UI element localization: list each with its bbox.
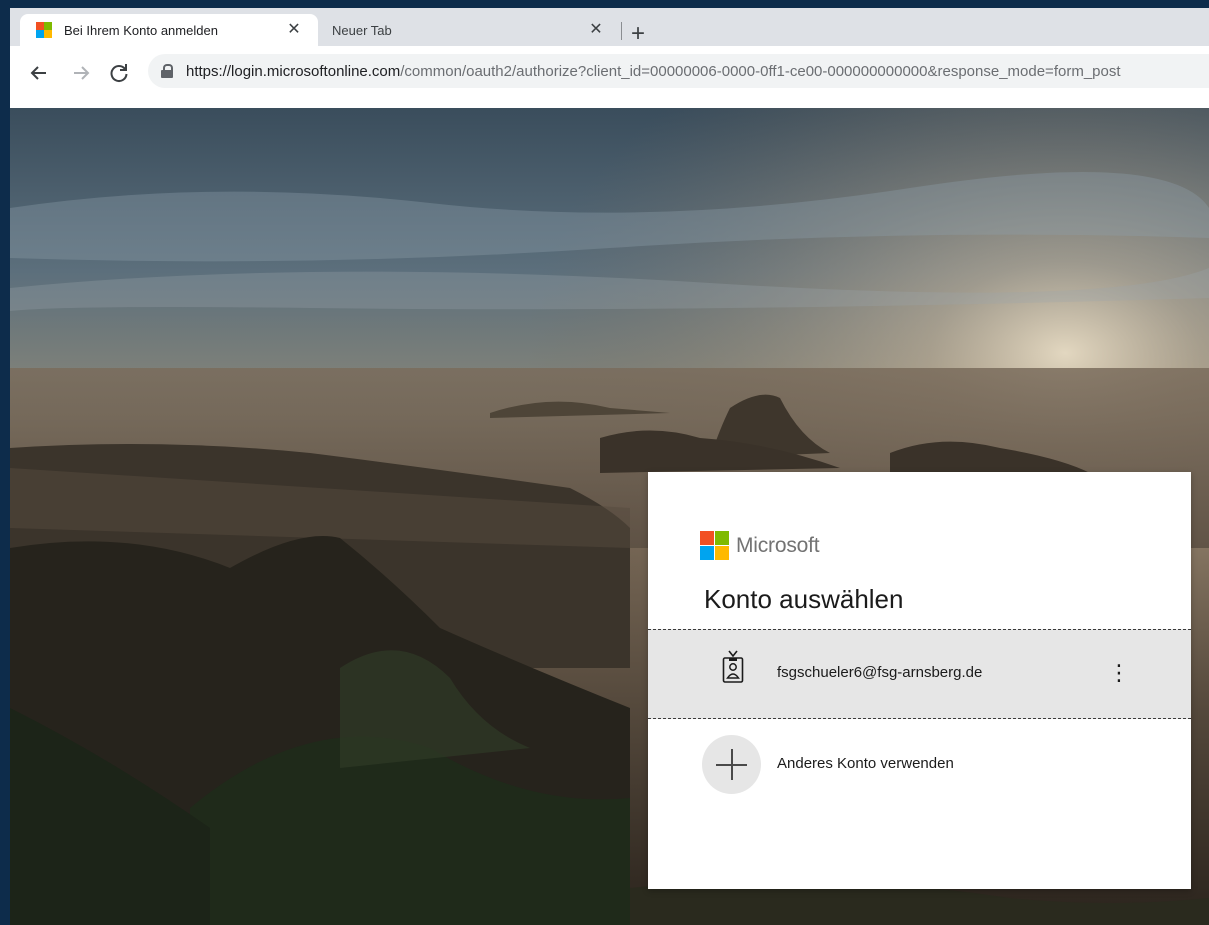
new-tab-button[interactable]: + [626,22,650,48]
close-tab-icon[interactable]: ✕ [586,20,606,40]
address-bar[interactable]: https://login.microsoftonline.com/common… [148,54,1209,88]
page-content: Microsoft Konto auswählen fsgschueler6@f… [10,108,1209,925]
brand-name: Microsoft [736,533,820,557]
tab-new[interactable]: Neuer Tab ✕ [318,14,620,46]
screen: Bei Ihrem Konto anmelden ✕ Neuer Tab ✕ +… [0,0,1209,925]
more-options-icon[interactable]: ⋮ [1108,655,1130,691]
page-title: Konto auswählen [704,584,904,614]
forward-arrow-icon[interactable] [66,58,96,88]
account-tile[interactable]: fsgschueler6@fsg-arnsberg.de ⋮ [648,629,1191,719]
account-badge-icon [722,650,744,683]
url-path: /common/oauth2/authorize?client_id=00000… [400,62,1121,80]
browser-toolbar: https://login.microsoftonline.com/common… [10,46,1209,108]
use-another-account-label: Anderes Konto verwenden [777,755,954,772]
microsoft-favicon-icon [36,22,52,38]
use-another-account-button[interactable]: Anderes Konto verwenden [648,720,1191,810]
tab-title: Neuer Tab [332,22,392,38]
reload-icon[interactable] [104,58,134,88]
microsoft-logo-icon [700,531,729,560]
back-arrow-icon[interactable] [24,58,54,88]
login-card: Microsoft Konto auswählen fsgschueler6@f… [648,472,1191,889]
tab-sign-in[interactable]: Bei Ihrem Konto anmelden ✕ [20,14,318,46]
close-tab-icon[interactable]: ✕ [284,20,304,40]
tab-title: Bei Ihrem Konto anmelden [64,22,218,38]
lock-icon[interactable] [160,64,174,78]
microsoft-logo: Microsoft [700,531,820,560]
account-email: fsgschueler6@fsg-arnsberg.de [777,664,983,681]
url-host: https://login.microsoftonline.com [186,62,401,80]
tab-separator [621,22,622,40]
plus-icon [702,735,761,794]
